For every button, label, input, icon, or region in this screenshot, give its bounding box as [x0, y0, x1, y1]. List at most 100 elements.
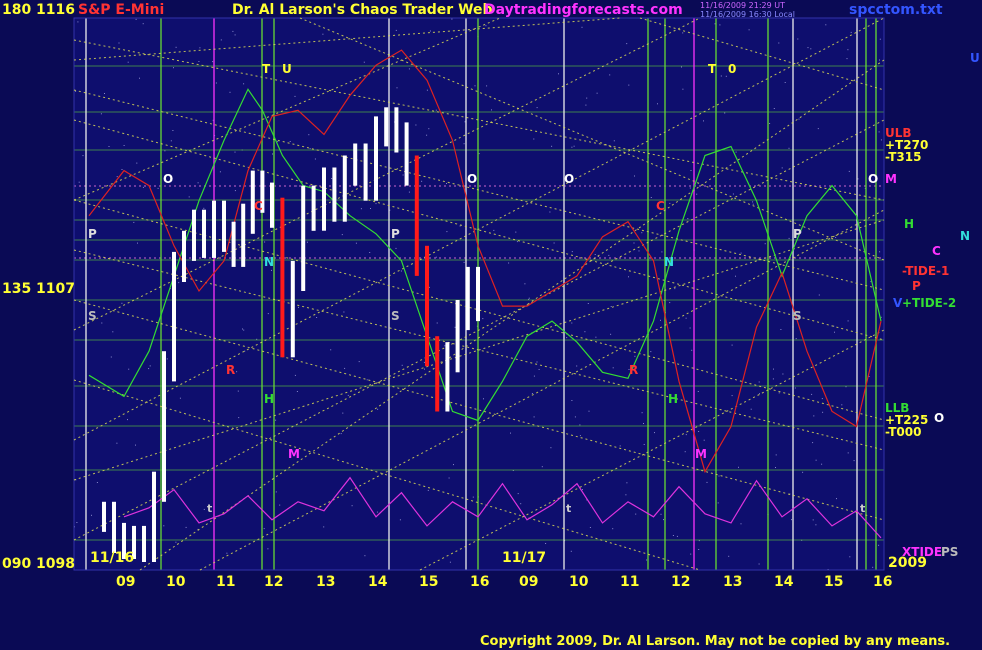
star	[444, 345, 446, 347]
star	[426, 134, 428, 136]
star	[454, 326, 456, 328]
star	[533, 375, 535, 377]
star	[127, 61, 129, 63]
star	[594, 254, 596, 255]
star	[812, 519, 814, 521]
star	[448, 477, 450, 479]
star	[533, 138, 535, 140]
star	[654, 432, 655, 434]
star	[735, 275, 736, 277]
label-o-right: O	[868, 172, 878, 186]
hour-tick-label: 14	[368, 574, 388, 590]
star	[322, 33, 324, 35]
star	[135, 18, 137, 20]
star	[684, 451, 686, 453]
price-bar	[414, 155, 419, 276]
price-bar	[394, 107, 399, 153]
star	[220, 39, 222, 41]
star	[236, 371, 238, 373]
price-bottom-label: 1098	[36, 556, 75, 572]
star	[137, 242, 138, 244]
star	[735, 151, 737, 153]
star	[234, 151, 236, 153]
star	[78, 181, 80, 183]
site-link[interactable]: Daytradingforecasts.com	[484, 2, 683, 18]
star	[229, 91, 231, 93]
star	[234, 34, 236, 36]
star	[486, 85, 488, 87]
star	[847, 49, 849, 51]
star	[872, 566, 874, 568]
star	[110, 356, 112, 358]
star	[421, 180, 423, 182]
hour-tick-label: 10	[569, 574, 589, 590]
star	[846, 58, 848, 60]
star	[149, 365, 151, 367]
star	[748, 29, 750, 31]
star	[613, 140, 615, 142]
star	[619, 445, 621, 447]
star	[136, 162, 138, 164]
star	[428, 128, 430, 130]
star	[810, 48, 812, 50]
marker-m-1: M	[288, 447, 300, 461]
price-bar	[301, 185, 306, 291]
star	[850, 31, 852, 33]
star	[360, 208, 362, 210]
star	[588, 410, 590, 412]
star	[516, 241, 518, 243]
star	[139, 77, 140, 79]
label-tide1: -TIDE-1	[902, 264, 949, 278]
star	[781, 167, 783, 169]
price-bar	[212, 200, 216, 258]
star	[773, 368, 774, 370]
star	[586, 97, 588, 99]
star	[558, 73, 559, 75]
star	[340, 433, 342, 435]
star	[731, 344, 733, 346]
star	[689, 187, 691, 189]
star	[634, 175, 635, 177]
star	[596, 92, 598, 94]
star	[478, 153, 480, 155]
star	[589, 527, 591, 528]
star	[289, 141, 291, 142]
price-bar	[384, 107, 389, 147]
star	[676, 535, 678, 537]
star	[355, 242, 357, 244]
label-tide2: +TIDE-2	[902, 296, 956, 310]
star	[847, 320, 849, 322]
star	[272, 153, 273, 155]
marker-t-low-2: t	[566, 502, 571, 515]
star	[610, 306, 612, 307]
star	[376, 511, 378, 513]
star	[508, 262, 510, 264]
star	[157, 187, 159, 189]
star	[116, 176, 118, 178]
star	[76, 522, 78, 523]
star	[848, 170, 850, 172]
price-bar	[241, 203, 246, 267]
star	[188, 196, 190, 198]
star	[626, 43, 628, 45]
star	[175, 46, 177, 48]
star	[82, 155, 84, 157]
hour-tick-label: 14	[774, 574, 794, 590]
star	[91, 514, 92, 516]
star	[400, 270, 402, 272]
price-bar	[102, 501, 106, 532]
hour-tick-labels: 09 10 11 12 13 14 15 16 09 10 11 12 13 14 15 16	[116, 574, 892, 590]
star	[121, 302, 123, 304]
marker-p-2: P	[391, 227, 400, 241]
label-u: U	[970, 51, 980, 65]
label-o-right-2: O	[934, 411, 944, 425]
star	[541, 466, 543, 468]
star	[579, 435, 581, 437]
star	[298, 306, 299, 308]
marker-r-1: R	[226, 363, 235, 377]
star	[574, 416, 576, 418]
star	[491, 109, 492, 111]
star	[238, 417, 240, 419]
marker-o-3: O	[564, 172, 574, 186]
price-bar	[445, 342, 450, 412]
